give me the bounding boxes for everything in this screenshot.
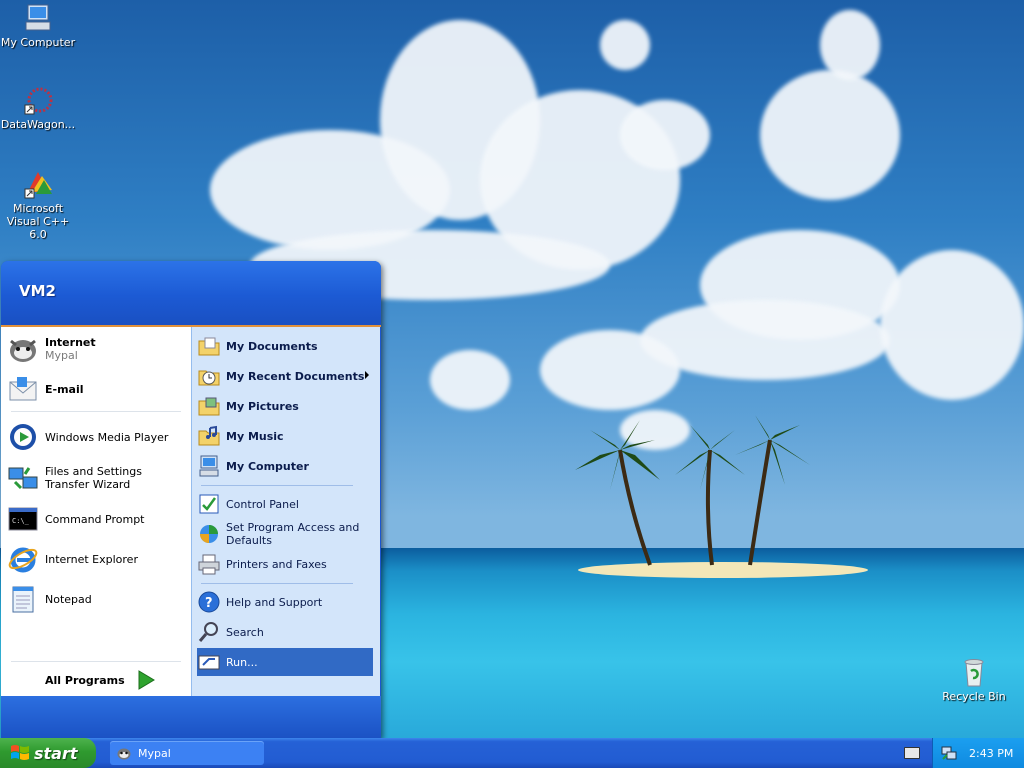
menu-item-title: My Recent Documents bbox=[226, 369, 365, 383]
menu-item-run[interactable]: Run... bbox=[197, 648, 373, 676]
menu-item-help-and-support[interactable]: ? Help and Support bbox=[197, 588, 373, 616]
taskbar: start Mypal 2:43 PM bbox=[0, 738, 1024, 768]
menu-item-title: Control Panel bbox=[226, 497, 299, 511]
mypal-icon bbox=[117, 748, 131, 760]
menu-item-program-defaults[interactable]: Set Program Access and Defaults bbox=[197, 520, 373, 548]
desktop-icon-label: Microsoft Visual C++ 6.0 bbox=[6, 202, 70, 241]
menu-item-title: My Computer bbox=[226, 459, 309, 473]
menu-item-title: Files and Settings Transfer Wizard bbox=[45, 465, 142, 491]
menu-item-command-prompt[interactable]: C:\_ Command Prompt bbox=[7, 501, 187, 537]
submenu-arrow-icon bbox=[365, 371, 369, 379]
my-pictures-icon bbox=[197, 394, 221, 418]
desktop-icon-visual-cpp[interactable]: Microsoft Visual C++ 6.0 bbox=[0, 168, 78, 241]
menu-item-my-pictures[interactable]: My Pictures bbox=[197, 392, 373, 420]
all-programs-label: All Programs bbox=[45, 673, 125, 687]
menu-item-title: Run... bbox=[226, 655, 258, 669]
menu-item-title: Set Program Access and Defaults bbox=[226, 521, 360, 547]
notepad-icon bbox=[7, 583, 39, 615]
menu-item-my-documents[interactable]: My Documents bbox=[197, 332, 373, 360]
green-arrow-icon bbox=[138, 670, 155, 690]
menu-item-title: Command Prompt bbox=[45, 512, 145, 526]
menu-item-title: Internet bbox=[45, 336, 96, 349]
menu-item-internet[interactable]: Internet Mypal bbox=[7, 331, 187, 367]
media-player-icon bbox=[7, 421, 39, 453]
separator bbox=[201, 485, 353, 486]
desktop-icon-label: My Computer bbox=[0, 36, 76, 49]
visual-cpp-icon bbox=[22, 168, 54, 200]
menu-item-subtitle: Mypal bbox=[45, 349, 78, 362]
transfer-wizard-icon bbox=[7, 462, 39, 494]
clock[interactable]: 2:43 PM bbox=[969, 747, 1013, 760]
computer-icon bbox=[22, 2, 54, 34]
palm-trees bbox=[575, 415, 810, 566]
start-button[interactable]: start bbox=[0, 738, 96, 768]
my-music-icon bbox=[197, 424, 221, 448]
run-icon bbox=[197, 650, 221, 674]
help-icon: ? bbox=[197, 590, 221, 614]
task-label: Mypal bbox=[138, 746, 171, 760]
menu-item-title: Printers and Faxes bbox=[226, 557, 327, 571]
desktop-icon-datawagon[interactable]: DataWagon... bbox=[0, 84, 78, 131]
menu-item-title: Help and Support bbox=[226, 595, 323, 609]
all-programs-button[interactable]: All Programs bbox=[45, 668, 185, 692]
menu-item-control-panel[interactable]: Control Panel bbox=[197, 490, 373, 518]
menu-item-my-recent-documents[interactable]: My Recent Documents bbox=[197, 362, 373, 390]
datawagon-icon bbox=[22, 84, 54, 116]
program-defaults-icon bbox=[197, 522, 221, 546]
start-menu: VM2 Internet Mypal E-mail Windows Media P… bbox=[1, 261, 381, 738]
menu-item-title: My Documents bbox=[226, 339, 318, 353]
menu-item-title: Search bbox=[226, 625, 264, 639]
menu-item-title: Windows Media Player bbox=[45, 430, 169, 444]
menu-item-my-music[interactable]: My Music bbox=[197, 422, 373, 450]
menu-item-notepad[interactable]: Notepad bbox=[7, 581, 187, 617]
email-icon bbox=[7, 373, 39, 405]
computer-icon bbox=[197, 454, 221, 478]
user-name: VM2 bbox=[19, 282, 56, 300]
desktop-icon-label: DataWagon... bbox=[0, 118, 76, 131]
separator bbox=[11, 411, 181, 412]
menu-item-internet-explorer[interactable]: Internet Explorer bbox=[7, 541, 187, 577]
keyboard-icon[interactable] bbox=[904, 747, 920, 759]
start-menu-header: VM2 bbox=[1, 261, 381, 327]
network-icon[interactable] bbox=[941, 745, 957, 761]
desktop-icon-recycle-bin[interactable]: Recycle Bin bbox=[934, 656, 1014, 703]
windows-logo-icon bbox=[11, 745, 29, 760]
menu-item-title: E-mail bbox=[45, 382, 84, 396]
menu-item-email[interactable]: E-mail bbox=[7, 371, 187, 407]
command-prompt-icon: C:\_ bbox=[7, 503, 39, 535]
desktop-icon-my-computer[interactable]: My Computer bbox=[0, 2, 78, 49]
menu-item-my-computer[interactable]: My Computer bbox=[197, 452, 373, 480]
search-icon bbox=[197, 620, 221, 644]
desktop-icon-label: Recycle Bin bbox=[942, 690, 1006, 703]
recent-documents-icon bbox=[197, 364, 221, 388]
printer-icon bbox=[197, 552, 221, 576]
recycle-bin-icon bbox=[958, 656, 990, 688]
control-panel-icon bbox=[197, 492, 221, 516]
menu-item-title: My Music bbox=[226, 429, 284, 443]
menu-item-transfer-wizard[interactable]: Files and Settings Transfer Wizard bbox=[7, 460, 187, 496]
menu-item-windows-media-player[interactable]: Windows Media Player bbox=[7, 419, 187, 455]
svg-text:C:\_: C:\_ bbox=[12, 517, 30, 525]
start-label: start bbox=[34, 743, 78, 763]
taskbar-button-mypal[interactable]: Mypal bbox=[110, 741, 264, 765]
svg-text:?: ? bbox=[205, 596, 213, 611]
menu-item-title: Notepad bbox=[45, 592, 92, 606]
menu-item-title: Internet Explorer bbox=[45, 552, 138, 566]
separator bbox=[11, 661, 181, 662]
system-tray: 2:43 PM bbox=[932, 738, 1024, 768]
separator bbox=[201, 583, 353, 584]
start-menu-footer bbox=[1, 696, 381, 738]
menu-item-search[interactable]: Search bbox=[197, 618, 373, 646]
mypal-icon bbox=[7, 333, 39, 365]
internet-explorer-icon bbox=[7, 543, 39, 575]
my-documents-icon bbox=[197, 334, 221, 358]
menu-item-title: My Pictures bbox=[226, 399, 299, 413]
menu-item-printers-and-faxes[interactable]: Printers and Faxes bbox=[197, 550, 373, 578]
